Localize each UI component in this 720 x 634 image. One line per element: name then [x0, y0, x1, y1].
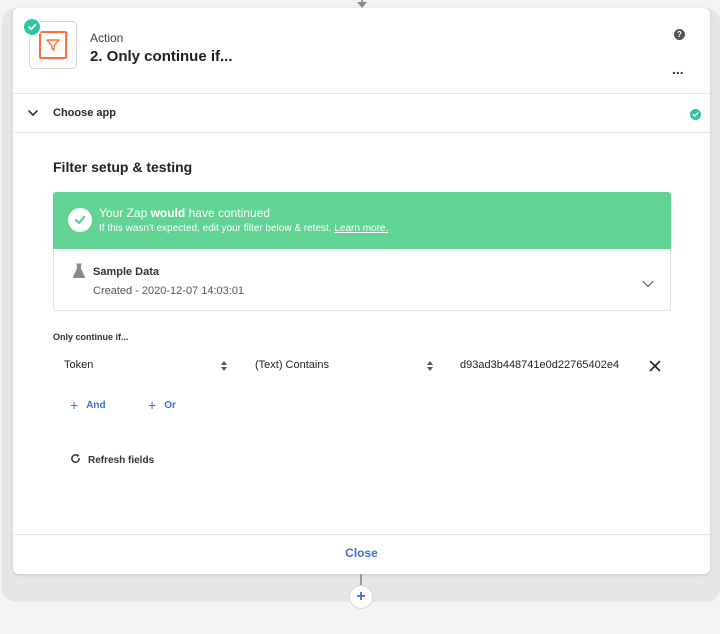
plus-icon: +: [70, 397, 79, 413]
section-title: Filter setup & testing: [53, 159, 193, 175]
sample-created-date: Created - 2020-12-07 14:03:01: [93, 285, 245, 297]
add-and-button[interactable]: + And: [70, 398, 106, 412]
condition-select[interactable]: (Text) Contains: [255, 353, 329, 377]
step-header[interactable]: Action 2. Only continue if... ? ...: [13, 8, 710, 94]
divider: [13, 132, 710, 133]
value-input-text: d93ad3b448741e0d22765402e4: [460, 359, 620, 371]
field-select[interactable]: Token: [64, 353, 93, 377]
sort-updown-icon[interactable]: [426, 359, 434, 377]
result-subtitle: If this wasn't expected, edit your filte…: [99, 223, 388, 234]
step-type-label: Action: [90, 31, 124, 45]
help-icon[interactable]: ?: [674, 29, 685, 40]
check-circle-icon: [22, 17, 42, 37]
choose-app-label: Choose app: [53, 107, 116, 119]
filter-icon: [39, 31, 67, 59]
check-circle-icon: [690, 109, 701, 120]
step-card: Action 2. Only continue if... ? ... Choo…: [13, 8, 710, 574]
learn-more-link[interactable]: Learn more.: [334, 223, 388, 234]
close-icon[interactable]: [649, 359, 661, 377]
condition-select-value: (Text) Contains: [255, 359, 329, 371]
result-subtitle-text: If this wasn't expected, edit your filte…: [99, 223, 332, 234]
step-title: 2. Only continue if...: [90, 48, 233, 65]
chevron-down-icon[interactable]: [641, 276, 655, 294]
value-input[interactable]: d93ad3b448741e0d22765402e4: [460, 353, 619, 377]
sample-data-title: Sample Data: [93, 266, 160, 278]
more-options-icon[interactable]: ...: [672, 61, 684, 77]
field-select-value: Token: [64, 359, 94, 371]
sort-updown-icon[interactable]: [220, 359, 228, 377]
plus-icon: +: [148, 397, 157, 413]
chevron-down-icon: [27, 106, 39, 124]
add-or-label: Or: [164, 399, 176, 411]
close-bar: Close: [13, 534, 710, 574]
sample-data-panel[interactable]: Sample Data Created - 2020-12-07 14:03:0…: [53, 249, 671, 311]
filter-rule-row: Token (Text) Contains d93ad3b448741e0d22…: [53, 353, 671, 377]
add-and-label: And: [86, 399, 106, 411]
refresh-fields-button[interactable]: Refresh fields: [70, 453, 154, 467]
result-title-prefix: Your Zap: [99, 206, 151, 220]
close-button[interactable]: Close: [13, 546, 710, 560]
choose-app-section[interactable]: Choose app: [13, 94, 710, 133]
add-or-button[interactable]: + Or: [148, 398, 176, 412]
refresh-fields-label: Refresh fields: [88, 454, 155, 466]
test-result-banner: Your Zap would have continued If this wa…: [53, 192, 671, 249]
result-title-suffix: have continued: [185, 206, 270, 220]
result-title-bold: would: [150, 206, 186, 220]
rules-label: Only continue if...: [53, 332, 129, 342]
check-circle-icon: [68, 208, 92, 232]
flask-icon: [72, 263, 86, 284]
add-step-button[interactable]: +: [349, 585, 373, 609]
result-title: Your Zap would have continued: [99, 206, 270, 220]
refresh-icon: [70, 453, 81, 467]
